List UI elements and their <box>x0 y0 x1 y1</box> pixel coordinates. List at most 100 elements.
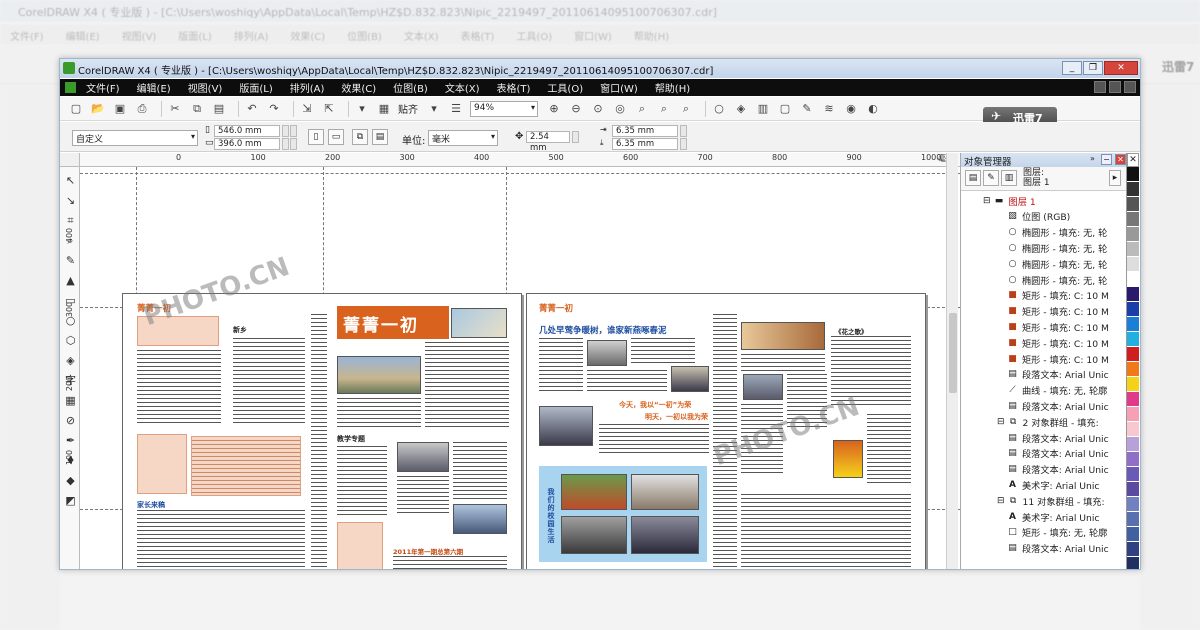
zoom-out-icon[interactable]: ⊖ <box>568 101 584 117</box>
color-swatch[interactable] <box>1127 272 1139 287</box>
object-tree-item[interactable]: A 美术字: Arial Unic <box>1007 509 1099 524</box>
interactive-fill-icon[interactable]: ◩ <box>63 493 78 508</box>
snap-arrow-icon[interactable]: ▾ <box>426 101 442 117</box>
smart-fill-icon[interactable]: ▲ <box>63 273 78 288</box>
no-color-swatch[interactable]: ✕ <box>1127 153 1139 167</box>
current-page-icon[interactable]: ▤ <box>372 129 388 145</box>
duplicate-x-field[interactable]: 6.35 mm <box>612 125 678 137</box>
object-tree-item[interactable]: ▤ 段落文本: Arial Unic <box>1007 398 1108 413</box>
export-icon[interactable]: ⇱ <box>321 101 337 117</box>
show-properties-icon[interactable]: ▤ <box>965 170 981 186</box>
object-tree-item[interactable]: ○ 椭圆形 - 填充: 无, 轮 <box>1007 240 1108 255</box>
color-swatch[interactable] <box>1127 437 1139 452</box>
nudge-spinner[interactable] <box>572 131 579 143</box>
cut-icon[interactable]: ✂ <box>167 101 183 117</box>
object-tree-item[interactable]: ○ 椭圆形 - 填充: 无, 轮 <box>1007 256 1108 271</box>
object-tree-item[interactable]: ■ 矩形 - 填充: C: 10 M <box>1007 319 1109 334</box>
duplicate-y-field[interactable]: 6.35 mm <box>612 138 678 150</box>
nudge-distance-field[interactable]: 2.54 mm <box>526 131 570 153</box>
frame-icon[interactable]: ▢ <box>777 101 793 117</box>
doc-close-button[interactable] <box>1124 81 1136 93</box>
shape-tool-icon[interactable]: ↘ <box>63 193 78 208</box>
page-height-field[interactable]: 396.0 mm <box>214 138 280 150</box>
bitmap-icon[interactable]: ▥ <box>755 101 771 117</box>
left-page[interactable]: 菁菁一初 菁菁一初 新乡 家长来稿 教学专题 2011年第一期总第六期 <box>122 293 522 569</box>
import-icon[interactable]: ⇲ <box>299 101 315 117</box>
color-swatch[interactable] <box>1127 512 1139 527</box>
close-button[interactable]: ✕ <box>1104 61 1138 75</box>
flyout-menu-icon[interactable]: ▸ <box>1109 170 1121 186</box>
print-icon[interactable]: ⎙ <box>134 101 150 117</box>
color-swatch[interactable] <box>1127 347 1139 362</box>
color-swatch[interactable] <box>1127 452 1139 467</box>
interactive-tool-icon[interactable]: ⊘ <box>63 413 78 428</box>
welcome-icon[interactable]: ▦ <box>376 101 392 117</box>
options-icon[interactable]: ☰ <box>448 101 464 117</box>
menu-item[interactable]: 视图(V) <box>188 80 223 95</box>
object-tree-item[interactable]: ⟋ 曲线 - 填充: 无, 轮廓 <box>1007 383 1107 398</box>
lens-icon[interactable]: ≋ <box>821 101 837 117</box>
outline-tool-icon[interactable]: ♦ <box>63 453 78 468</box>
guideline[interactable] <box>80 173 960 174</box>
expand-icon[interactable]: ⊟ <box>997 417 1005 427</box>
width-spinner[interactable] <box>282 125 289 137</box>
menu-item[interactable]: 版面(L) <box>239 80 272 95</box>
drawing-canvas[interactable]: 菁菁一初 菁菁一初 新乡 家长来稿 教学专题 2011年第一期总第六期 菁菁一初… <box>80 167 960 569</box>
expand-icon[interactable]: ⊟ <box>997 496 1005 506</box>
new-icon[interactable]: ▢ <box>68 101 84 117</box>
object-tree-item[interactable]: ▤ 段落文本: Arial Unic <box>1007 430 1108 445</box>
object-tree-item[interactable]: □ 矩形 - 填充: 无, 轮廓 <box>1007 525 1107 540</box>
copy-icon[interactable]: ⧉ <box>189 101 205 117</box>
paste-icon[interactable]: ▤ <box>211 101 227 117</box>
color-swatch[interactable] <box>1127 422 1139 437</box>
width-spinner-2[interactable] <box>290 125 297 137</box>
undo-icon[interactable]: ↶ <box>244 101 260 117</box>
menu-item[interactable]: 效果(C) <box>341 80 376 95</box>
dup-x-spinner[interactable] <box>680 125 687 137</box>
menu-item[interactable]: 文件(F) <box>86 80 120 95</box>
object-tree-item[interactable]: ⊟ ▬ 图层 1 <box>983 193 1036 208</box>
text-tool-icon[interactable]: 字 <box>63 373 78 388</box>
right-page[interactable]: 菁菁一初 几处早莺争暖树，谁家新燕啄春泥 今天，我以“一初”为荣 明天，一初以我… <box>526 293 926 569</box>
color-swatch[interactable] <box>1127 482 1139 497</box>
polygon-tool-icon[interactable]: ⬡ <box>63 333 78 348</box>
paper-preset-select[interactable]: 自定义 <box>72 130 198 146</box>
edit-across-layers-icon[interactable]: ✎ <box>983 170 999 186</box>
color-swatch[interactable] <box>1127 392 1139 407</box>
extrude-icon[interactable]: ◉ <box>843 101 859 117</box>
doc-minimize-button[interactable] <box>1094 81 1106 93</box>
menu-item[interactable]: 文本(X) <box>445 80 480 95</box>
object-tree-item[interactable]: ■ 矩形 - 填充: C: 10 M <box>1007 304 1109 319</box>
table-tool-icon[interactable]: ▦ <box>63 393 78 408</box>
scroll-thumb[interactable] <box>949 313 957 393</box>
color-swatch[interactable] <box>1127 182 1139 197</box>
object-tree-item[interactable]: ■ 矩形 - 填充: C: 10 M <box>1007 288 1109 303</box>
horizontal-ruler[interactable]: 010020030040050060070080090010001100毫米 <box>80 153 1016 167</box>
zoom-tool-icon[interactable]: ⌕ <box>63 233 78 248</box>
all-pages-icon[interactable]: ⧉ <box>352 129 368 145</box>
ruler-origin[interactable] <box>60 153 80 167</box>
rectangle-tool-icon[interactable]: ▭ <box>63 293 78 308</box>
menu-item[interactable]: 窗口(W) <box>600 80 638 95</box>
eyedropper-tool-icon[interactable]: ✒ <box>63 433 78 448</box>
zoom-selected-icon[interactable]: ⊙ <box>590 101 606 117</box>
color-swatch[interactable] <box>1127 557 1139 569</box>
color-swatch[interactable] <box>1127 542 1139 557</box>
trace-icon[interactable]: ✎ <box>799 101 815 117</box>
snap-to-dropdown[interactable]: 贴齐 <box>398 101 418 116</box>
object-tree-item[interactable]: ▤ 段落文本: Arial Unic <box>1007 446 1108 461</box>
doc-restore-button[interactable] <box>1109 81 1121 93</box>
color-swatch[interactable] <box>1127 407 1139 422</box>
menu-item[interactable]: 工具(O) <box>547 80 583 95</box>
minimize-button[interactable]: _ <box>1062 61 1082 75</box>
color-balance-icon[interactable]: ◈ <box>733 101 749 117</box>
height-spinner[interactable] <box>282 138 289 150</box>
ellipse-tool-icon[interactable]: ○ <box>63 313 78 328</box>
color-swatch[interactable] <box>1127 362 1139 377</box>
app-launcher-icon[interactable]: ▾ <box>354 101 370 117</box>
color-swatch[interactable] <box>1127 242 1139 257</box>
collapse-icon[interactable]: » <box>1087 154 1098 165</box>
object-tree-item[interactable]: ⊟ ⧉ 2 对象群组 - 填充: <box>997 414 1099 429</box>
menu-item[interactable]: 表格(T) <box>497 80 531 95</box>
pick-tool-icon[interactable]: ↖ <box>63 173 78 188</box>
